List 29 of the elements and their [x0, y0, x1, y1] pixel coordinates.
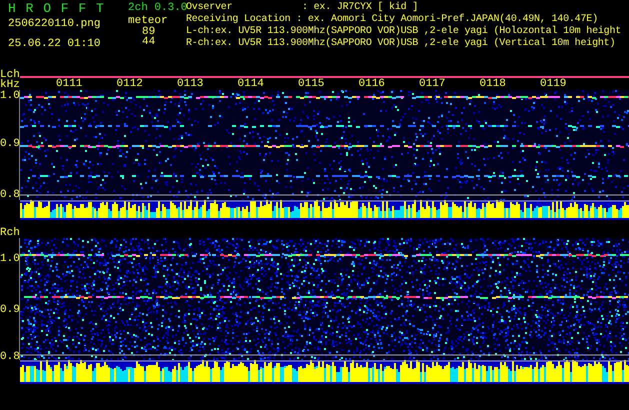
time-label: 0111: [56, 78, 84, 90]
date-time: 25.06.22 01:10: [8, 38, 102, 50]
time-label: 0115: [298, 78, 326, 90]
file-name: 2506220110.png: [8, 18, 102, 30]
frequency-label: 1.0: [0, 252, 20, 265]
time-label: 0113: [177, 78, 204, 90]
unit-label: kHz: [0, 80, 20, 90]
channel-label: Lch: [0, 70, 20, 80]
time-label: 0118: [480, 78, 507, 90]
frequency-label: 0.8: [0, 351, 20, 364]
meteor-count: 89: [141, 27, 156, 37]
frequency-label: 0.9: [0, 304, 20, 316]
frequency-label: 0.8: [0, 188, 20, 201]
meteor-label: meteor: [128, 15, 168, 27]
info-line: Receiving Location : ex. Aomori City Aomori-Pref.JAPAN(40.49N, 140.47E): [186, 14, 599, 26]
time-label: 0112: [116, 78, 144, 90]
channel-label: Rch: [0, 228, 20, 238]
info-line: R-ch:ex. UV5R 113.900Mhz(SAPPORO VOR)USB ,2-ele yagi (Vertical 10m height): [186, 38, 616, 50]
version-label: 2ch 0.3.0: [128, 2, 188, 14]
app-title: H R O F F T: [8, 2, 106, 15]
info-line: L-ch:ex. UV5R 113.900Mhz(SAPPORO VOR)USB ,2-ele yagi (Holozontal 10m height: [186, 26, 622, 38]
time-label: 0117: [419, 78, 446, 90]
time-label: 0114: [238, 78, 265, 90]
time-label: 0116: [358, 78, 386, 90]
frequency-label: 0.9: [0, 138, 20, 150]
time-label: 0119: [540, 78, 568, 90]
frequency-label: 1.0: [0, 90, 20, 102]
info-line: Ovserver : ex. JR7CYX [ kid ]: [186, 2, 420, 14]
meteor-count: 44: [141, 37, 156, 47]
